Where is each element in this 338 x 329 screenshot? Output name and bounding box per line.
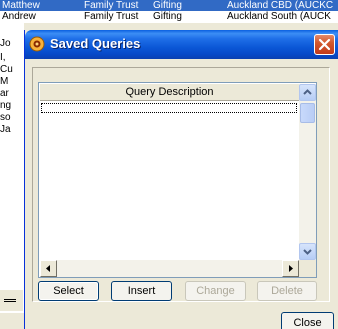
bg-fragment: Jo — [0, 38, 11, 49]
insert-button-label: Insert — [127, 285, 156, 297]
delete-button-label: Delete — [271, 285, 303, 297]
chevron-down-icon — [303, 249, 312, 255]
scroll-corner — [299, 260, 316, 277]
saved-queries-dialog: Saved Queries Query Description Select I… — [24, 30, 338, 329]
bg-scrollbar-button[interactable] — [0, 289, 23, 311]
change-button-label: Change — [196, 285, 235, 297]
app-icon — [29, 36, 45, 52]
bg-fragment: ar — [0, 88, 9, 99]
arrow-left-icon — [46, 265, 50, 272]
screen: Matthew Family Trust Gifting Auckland CB… — [0, 0, 338, 329]
scroll-up-button[interactable] — [299, 84, 316, 101]
delete-button[interactable]: Delete — [257, 281, 317, 301]
close-button-label: Close — [293, 317, 322, 329]
horizontal-scrollbar[interactable] — [40, 260, 299, 277]
chevron-up-icon — [303, 89, 312, 95]
scroll-right-button[interactable] — [282, 260, 299, 277]
bg-fragment: I, — [0, 52, 6, 63]
bg-fragment: so — [0, 112, 11, 123]
insert-button[interactable]: Insert — [111, 281, 172, 301]
bg-cell: Andrew — [2, 11, 36, 22]
select-button-label: Select — [53, 285, 84, 297]
list-focus-row[interactable] — [41, 103, 297, 113]
arrow-right-icon — [289, 265, 293, 272]
bg-grid-row[interactable]: Andrew Family Trust Gifting Auckland Sou… — [0, 11, 338, 23]
dialog-title: Saved Queries — [50, 36, 141, 51]
bg-fragment: ng — [0, 100, 12, 111]
bg-fragment: Ja — [0, 124, 11, 135]
vertical-scrollbar[interactable] — [299, 84, 316, 260]
scroll-left-button[interactable] — [40, 260, 57, 277]
bg-grid-left-column: Jo I, Cu M ar ng so Ja — [0, 23, 24, 313]
bg-fragment: M — [0, 76, 9, 87]
bg-fragment: Cu — [0, 64, 13, 75]
change-button[interactable]: Change — [185, 281, 246, 301]
scroll-down-button[interactable] — [299, 243, 316, 260]
bg-cell: Family Trust — [84, 11, 139, 22]
bg-cell: Gifting — [153, 11, 182, 22]
column-header-query-description[interactable]: Query Description — [40, 84, 299, 101]
scroll-thumb[interactable] — [300, 103, 315, 123]
dialog-titlebar[interactable]: Saved Queries — [25, 30, 338, 59]
close-icon[interactable] — [314, 34, 335, 55]
bg-cell: Auckland South (AUCK — [227, 11, 331, 22]
close-button[interactable]: Close — [281, 312, 334, 329]
query-list[interactable]: Query Description — [38, 82, 317, 278]
select-button[interactable]: Select — [38, 281, 99, 301]
